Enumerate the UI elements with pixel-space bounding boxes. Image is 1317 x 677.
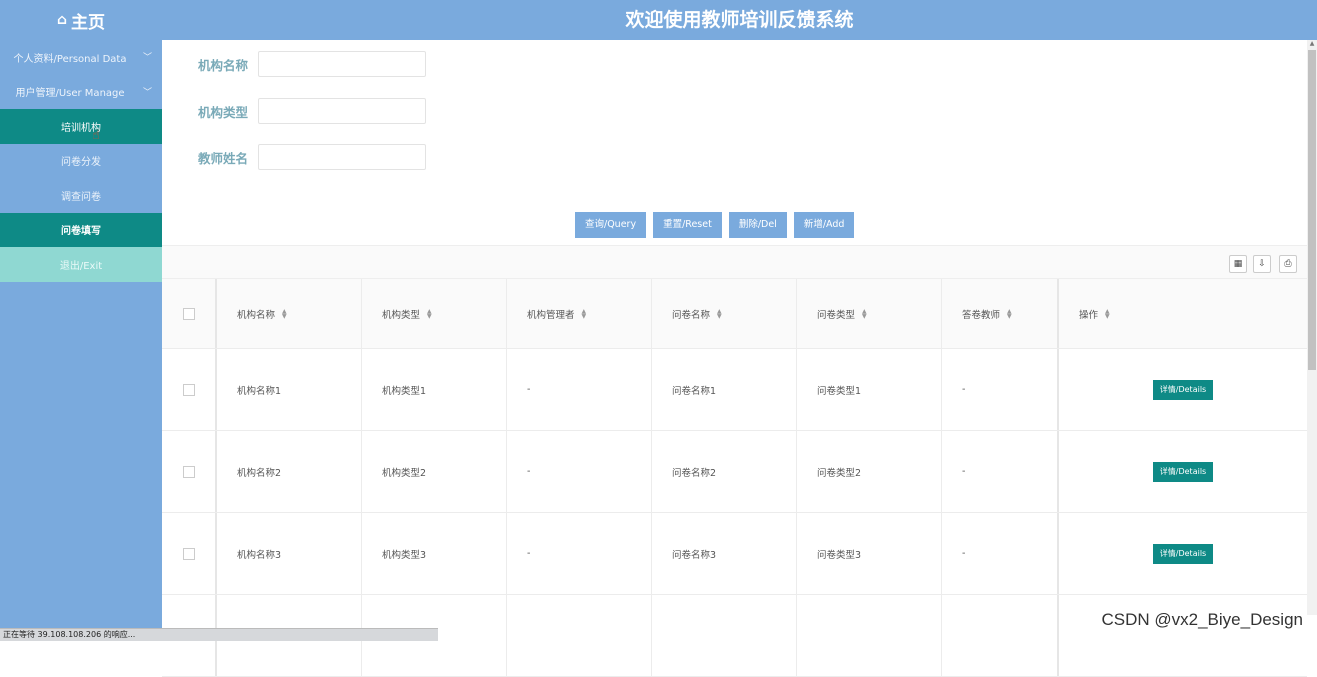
sort-icon: ▲ ▼ xyxy=(581,307,587,320)
search-field-teacher-name: 教师姓名 xyxy=(198,144,426,170)
sidebar: 个人资料/Personal Data ﹀ 用户管理/User Manage ﹀ … xyxy=(0,40,162,641)
sidebar-item-label: 用户管理/User Manage xyxy=(15,88,125,100)
reset-button[interactable]: 重置/Reset xyxy=(653,212,722,238)
sidebar-item-exit[interactable]: 退出/Exit xyxy=(0,247,162,282)
chevron-down-icon: ﹀ xyxy=(142,87,152,98)
table-cell: 问卷类型2 xyxy=(797,431,942,512)
field-label: 机构类型 xyxy=(198,104,249,120)
sort-icon: ▲ ▼ xyxy=(282,307,287,320)
sidebar-item-personal-data[interactable]: 个人资料/Personal Data ﹀ xyxy=(0,40,162,75)
sidebar-item-survey[interactable]: 调查问卷 xyxy=(0,178,162,213)
add-button[interactable]: 新增/Add xyxy=(793,212,855,238)
field-label: 教师姓名 xyxy=(198,150,249,166)
table-cell: 问卷名称3 xyxy=(652,513,797,594)
table-row: 机构名称3 机构类型3 - 问卷名称3 问卷类型3 - 详情/Details xyxy=(162,513,1307,595)
chevron-down-icon: ﹀ xyxy=(142,53,152,64)
table-cell: 机构名称3 xyxy=(217,513,362,594)
table-cell: 机构类型3 xyxy=(362,513,507,594)
top-header: ⌂ 主页 欢迎使用教师培训反馈系统 xyxy=(0,0,1317,40)
column-header[interactable]: 问卷类型 ▲ ▼ xyxy=(797,279,942,348)
home-icon: ⌂ xyxy=(56,12,68,28)
main-content: 机构名称 机构类型 教师姓名 查询/Query 重置/Reset 删除/Del … xyxy=(162,40,1307,677)
search-field-org-type: 机构类型 xyxy=(198,98,426,124)
browser-status-bar: 正在等待 39.108.108.206 的响应... xyxy=(0,628,438,641)
watermark: CSDN @vx2_Biye_Design xyxy=(1101,610,1303,629)
sort-icon: ▲ ▼ xyxy=(717,307,722,320)
select-all-checkbox[interactable] xyxy=(183,307,195,320)
sidebar-item-label: 调查问卷 xyxy=(61,191,101,203)
sidebar-item-label: 个人资料/Personal Data xyxy=(13,53,127,65)
column-header[interactable]: 机构名称 ▲ ▼ xyxy=(217,279,362,348)
table-cell: 问卷名称2 xyxy=(652,431,797,512)
row-select-cell xyxy=(162,513,217,594)
sort-icon: ▲ ▼ xyxy=(1007,307,1012,320)
details-button[interactable]: 详情/Details xyxy=(1152,379,1214,400)
column-header[interactable]: 答卷教师 ▲ ▼ xyxy=(942,279,1059,348)
table-cell: - xyxy=(942,349,1059,430)
export-icon[interactable]: ⇩ xyxy=(1253,255,1271,273)
sidebar-item-label: 退出/Exit xyxy=(59,260,103,272)
sort-icon: ▲ ▼ xyxy=(427,307,432,320)
delete-button[interactable]: 删除/Del xyxy=(728,212,787,238)
table-cell: 问卷名称1 xyxy=(652,349,797,430)
row-checkbox[interactable] xyxy=(183,547,195,560)
sidebar-item-questionnaire-distribution[interactable]: 问卷分发 xyxy=(0,144,162,179)
table-cell: 机构名称2 xyxy=(217,431,362,512)
table-cell: - xyxy=(507,513,652,594)
search-field-org-name: 机构名称 xyxy=(198,51,426,77)
table-cell: 机构类型1 xyxy=(362,349,507,430)
table-header-row: 机构名称 ▲ ▼ 机构类型 ▲ ▼ 机构管理者 ▲ ▼ 问卷名称 ▲ ▼ 问卷类型 ▲ ▼ 答卷教师… xyxy=(162,279,1307,349)
column-header[interactable]: 问卷名称 ▲ ▼ xyxy=(652,279,797,348)
row-checkbox[interactable] xyxy=(183,465,195,478)
row-select-cell xyxy=(162,349,217,430)
select-all-cell xyxy=(162,279,217,348)
sort-icon: ▲ ▼ xyxy=(862,307,867,320)
columns-icon[interactable]: ▦ xyxy=(1229,255,1247,273)
teacher-name-input[interactable] xyxy=(258,144,426,170)
scroll-thumb[interactable] xyxy=(1308,50,1316,370)
sidebar-item-user-manage[interactable]: 用户管理/User Manage ﹀ xyxy=(0,75,162,110)
column-header[interactable]: 机构类型 ▲ ▼ xyxy=(362,279,507,348)
home-link[interactable]: ⌂ 主页 xyxy=(0,0,162,40)
app-title: 欢迎使用教师培训反馈系统 xyxy=(625,9,854,31)
table-cell: - xyxy=(942,513,1059,594)
table-cell: 机构类型2 xyxy=(362,431,507,512)
scroll-up-icon[interactable]: ▲ xyxy=(1307,40,1317,50)
table-cell: 机构名称1 xyxy=(217,349,362,430)
row-checkbox[interactable] xyxy=(183,383,195,396)
column-header[interactable]: 机构管理者 ▲ ▼ xyxy=(507,279,652,348)
sidebar-item-label: 问卷分发 xyxy=(61,157,101,169)
table-toolbar: ▦ ⇩ ⎙ xyxy=(162,245,1307,279)
sidebar-item-questionnaire-fill[interactable]: 问卷填写 xyxy=(0,212,162,247)
table-cell: - xyxy=(507,349,652,430)
actions-cell: 详情/Details xyxy=(1059,513,1307,594)
table-row: 机构名称1 机构类型1 - 问卷名称1 问卷类型1 - 详情/Details xyxy=(162,349,1307,431)
home-label: 主页 xyxy=(71,12,106,33)
details-button[interactable]: 详情/Details xyxy=(1152,543,1214,564)
table-cell: - xyxy=(942,431,1059,512)
sort-icon: ▲ ▼ xyxy=(1105,307,1110,320)
row-select-cell xyxy=(162,431,217,512)
hand-cursor-icon: ☝ xyxy=(92,128,100,143)
vertical-scrollbar[interactable]: ▲ xyxy=(1307,40,1317,615)
sidebar-item-training-org[interactable]: 培训机构 xyxy=(0,109,162,144)
print-icon[interactable]: ⎙ xyxy=(1279,255,1297,273)
field-label: 机构名称 xyxy=(198,57,249,73)
table-cell: 问卷类型3 xyxy=(797,513,942,594)
column-header[interactable]: 操作 ▲ ▼ xyxy=(1059,279,1307,348)
actions-cell: 详情/Details xyxy=(1059,349,1307,430)
table-cell: 问卷类型1 xyxy=(797,349,942,430)
table-row: 机构名称2 机构类型2 - 问卷名称2 问卷类型2 - 详情/Details xyxy=(162,431,1307,513)
sidebar-item-label: 问卷填写 xyxy=(61,226,101,238)
actions-cell: 详情/Details xyxy=(1059,431,1307,512)
org-name-input[interactable] xyxy=(258,51,426,77)
query-button[interactable]: 查询/Query xyxy=(575,212,647,238)
table-cell: - xyxy=(507,431,652,512)
details-button[interactable]: 详情/Details xyxy=(1152,461,1214,482)
org-type-input[interactable] xyxy=(258,98,426,124)
action-buttons: 查询/Query 重置/Reset 删除/Del 新增/Add xyxy=(575,212,855,238)
